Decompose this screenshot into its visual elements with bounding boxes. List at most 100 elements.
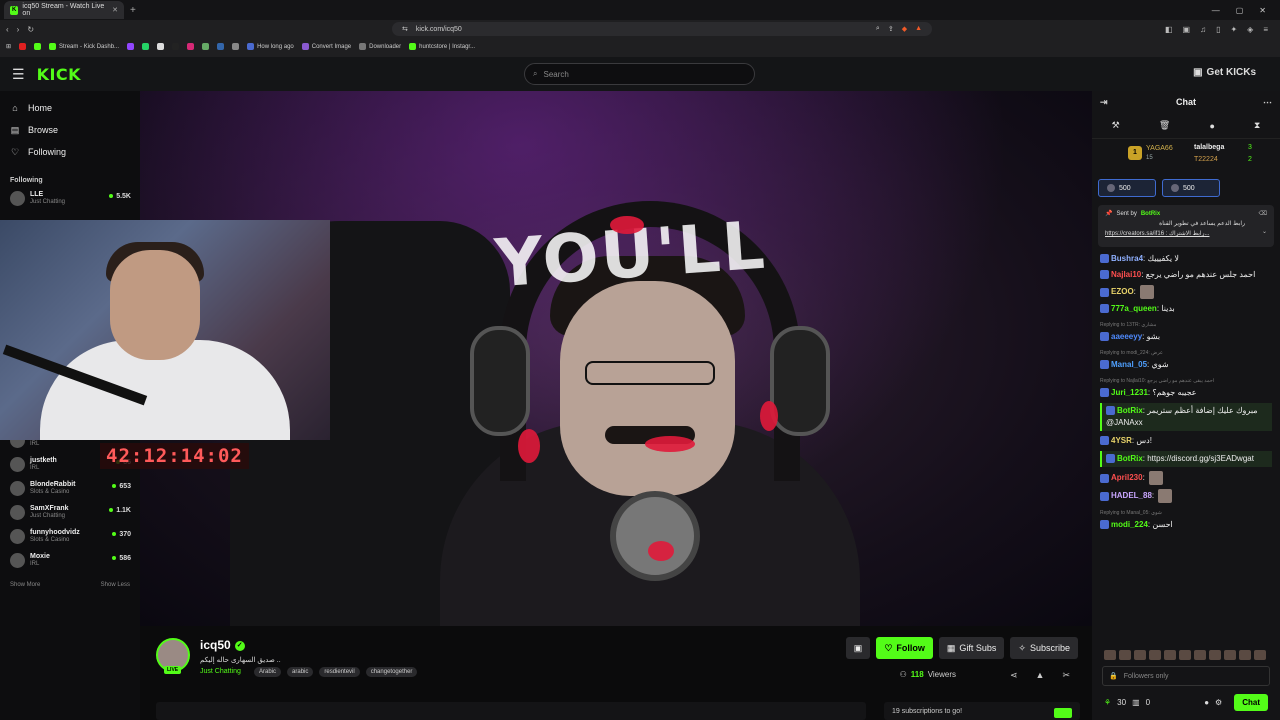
bookmark-x[interactable] <box>157 43 165 50</box>
followed-channel[interactable]: BlondeRabbit Slots & Casino 653 <box>0 478 140 502</box>
trash-icon[interactable]: 🗑 <box>1159 120 1170 131</box>
bookmark-twitch[interactable] <box>127 43 135 50</box>
chat-message[interactable]: Replying to 13TR: مشاري aaeeeyy: بشو <box>1100 319 1272 343</box>
chat-username[interactable]: Najlai10 <box>1111 270 1141 279</box>
extensions-icon[interactable]: ✦ <box>1230 25 1237 34</box>
new-tab-icon[interactable]: + <box>130 5 136 16</box>
chat-message[interactable]: BotRix: مبروك عليك إضافة أعظم ستريمر @JA… <box>1100 403 1272 431</box>
nav-following[interactable]: ♡ Following <box>0 141 140 163</box>
chat-message[interactable]: Najlai10: احمد جلس عندهم مو راضي يرجع <box>1100 269 1272 281</box>
chat-message[interactable]: Bushra4: لا يكفيييك <box>1100 253 1272 265</box>
chat-message[interactable]: BotRix: https://discord.gg/sj3EADwgat <box>1100 451 1272 467</box>
stream-category[interactable]: Just Chatting <box>200 668 241 675</box>
kick-logo[interactable]: KICK <box>37 65 82 84</box>
extension-icon[interactable]: ◧ <box>1165 25 1173 34</box>
url-field[interactable]: ⇆ kick.com/icq50 ⌕ ⇪ ◆ ▲ <box>392 22 933 36</box>
bookmark-site[interactable] <box>217 43 225 50</box>
pinned-message[interactable]: 📌 Sent by BotRix رابط الدعم يساعد في تطوير… <box>1098 205 1274 247</box>
follow-button[interactable]: ♡ Follow <box>876 637 933 659</box>
chat-username[interactable]: BotRix <box>1117 454 1143 463</box>
chat-username[interactable]: 4YSR <box>1111 436 1132 445</box>
chat-username[interactable]: aaeeeyy <box>1111 332 1142 341</box>
chat-username[interactable]: Juri_1231 <box>1111 388 1148 397</box>
close-window-icon[interactable]: ✕ <box>1259 6 1266 15</box>
chat-message[interactable]: 777a_queen: بدينا <box>1100 303 1272 315</box>
emote[interactable] <box>1209 650 1221 660</box>
chat-message[interactable]: Replying to Najlai10: احمد يبقى عندهم مو… <box>1100 375 1272 399</box>
site-settings-icon[interactable]: ⇆ <box>402 25 408 33</box>
hourglass-icon[interactable]: ⧗ <box>1254 120 1260 131</box>
pinned-gift[interactable]: 500 <box>1098 179 1156 197</box>
chat-input[interactable]: 🔒 Followers only <box>1102 666 1270 686</box>
share-icon[interactable]: ⋖ <box>1010 670 1018 681</box>
zoom-icon[interactable]: ⌕ <box>876 25 880 33</box>
chat-username[interactable]: Manal_05 <box>1111 360 1147 369</box>
hammer-icon[interactable]: ⚒ <box>1112 120 1120 131</box>
bookmark-how-long-ago[interactable]: How long ago <box>247 43 294 50</box>
emote[interactable] <box>1239 650 1251 660</box>
maximize-icon[interactable]: ▢ <box>1236 6 1244 15</box>
get-kicks-button[interactable]: ▣ Get KICKs <box>1193 67 1256 78</box>
emote[interactable] <box>1119 650 1131 660</box>
emote[interactable] <box>1254 650 1266 660</box>
browser-tab[interactable]: K icq50 Stream - Watch Live on ✕ <box>4 1 124 19</box>
sub-goal-button[interactable] <box>1054 708 1072 718</box>
emote[interactable] <box>1194 650 1206 660</box>
nav-home[interactable]: ⌂ Home <box>0 97 140 119</box>
menu-toggle-icon[interactable]: ☰ <box>12 66 25 83</box>
share-icon[interactable]: ⇪ <box>888 25 894 33</box>
tag[interactable]: changetogether <box>365 667 418 677</box>
chat-settings-icon[interactable]: ● <box>1204 698 1209 707</box>
show-more-link[interactable]: Show More <box>10 582 40 588</box>
emote[interactable] <box>1224 650 1236 660</box>
pinned-link[interactable]: https://creators.sa/if16 : رابط الاشتراك… <box>1105 230 1267 237</box>
chat-message[interactable]: EZOO: <box>1100 285 1272 299</box>
report-icon[interactable]: ▲ <box>1036 670 1045 681</box>
reload-icon[interactable]: ↻ <box>27 25 34 34</box>
bookmark-tiktok[interactable] <box>172 43 180 50</box>
emote[interactable] <box>1164 650 1176 660</box>
show-less-link[interactable]: Show Less <box>101 582 130 588</box>
media-icon[interactable]: ♫ <box>1200 25 1206 34</box>
bookmark-site[interactable] <box>202 43 210 50</box>
search-input[interactable]: ⌕ Search <box>524 63 755 85</box>
gear-icon[interactable]: ⚙ <box>1215 698 1222 707</box>
menu-icon[interactable]: ≡ <box>1263 25 1268 34</box>
emote[interactable] <box>1179 650 1191 660</box>
bookmark-site[interactable] <box>232 43 240 50</box>
chat-message[interactable]: 4YSR: دس! <box>1100 435 1272 447</box>
chat-username[interactable]: modi_224 <box>1111 520 1148 529</box>
message-icon[interactable]: ● <box>1209 121 1214 131</box>
chat-message[interactable]: Replying to modi_224: عرض Manal_05: شوي <box>1100 347 1272 371</box>
bookmark-whatsapp[interactable] <box>142 43 150 50</box>
followed-channel[interactable]: LLE Just Chatting 5.5K <box>0 188 140 212</box>
bookmark-downloader[interactable]: Downloader <box>359 43 401 50</box>
tag[interactable]: resdientevil <box>319 667 360 677</box>
emote[interactable] <box>1104 650 1116 660</box>
bookmark-kick-dashboard[interactable]: Stream - Kick Dashb... <box>49 43 119 50</box>
subscribe-button[interactable]: ✧ Subscribe <box>1010 637 1078 659</box>
chat-username[interactable]: BotRix <box>1117 406 1143 415</box>
back-icon[interactable]: ‹ <box>6 25 9 34</box>
forward-icon[interactable]: › <box>17 25 20 34</box>
nav-browse[interactable]: ▤ Browse <box>0 119 140 141</box>
channel-name[interactable]: icq50 ✓ <box>200 638 245 652</box>
followed-channel[interactable]: Moxie IRL 586 <box>0 550 140 574</box>
bookmark-instagram[interactable] <box>187 43 195 50</box>
emote[interactable] <box>1149 650 1161 660</box>
tag[interactable]: Arabic <box>254 667 282 677</box>
theater-mode-button[interactable]: ▣ <box>845 637 871 659</box>
bookmark-instagram-store[interactable]: huntcstore | Instagr... <box>409 43 475 50</box>
tag[interactable]: arabic <box>287 667 314 677</box>
close-tab-icon[interactable]: ✕ <box>112 6 118 14</box>
chat-username[interactable]: April230 <box>1111 473 1143 482</box>
emote[interactable] <box>1134 650 1146 660</box>
brave-shield-icon[interactable]: ◆ <box>902 25 907 33</box>
send-chat-button[interactable]: Chat <box>1234 694 1268 711</box>
bookmark-kick[interactable] <box>34 43 42 50</box>
brave-rewards-icon[interactable]: ▲ <box>915 25 922 33</box>
chevron-down-icon[interactable]: ⌄ <box>1262 228 1267 235</box>
collapse-chat-icon[interactable]: ⇥ <box>1100 97 1108 108</box>
pinned-gift[interactable]: 500 <box>1162 179 1220 197</box>
extension-icon[interactable]: ▣ <box>1183 25 1191 34</box>
